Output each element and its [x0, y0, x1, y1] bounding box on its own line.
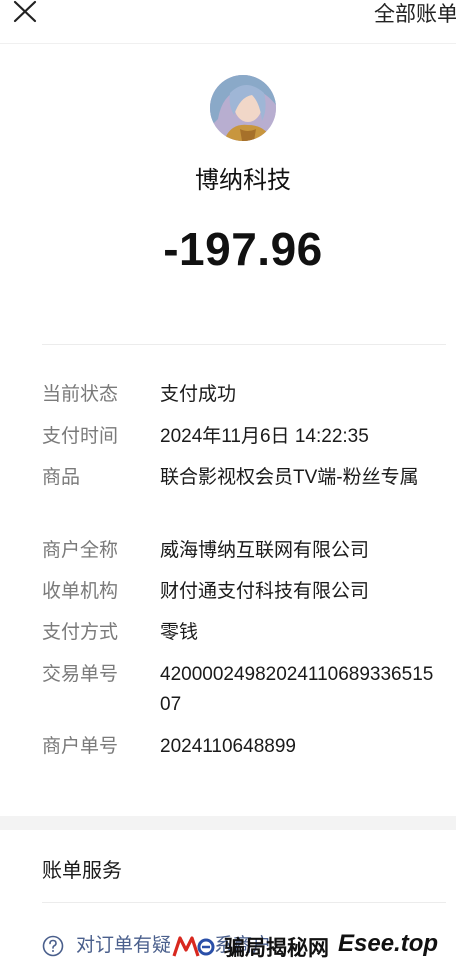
detail-label: 支付方式 [42, 622, 119, 643]
section-separator [0, 816, 456, 830]
detail-value[interactable]: 4200002498202411068933651507 [160, 660, 440, 720]
merchant-avatar [210, 75, 276, 141]
detail-label: 商户全称 [42, 540, 119, 561]
detail-value: 支付成功 [160, 384, 237, 405]
detail-value: 2024年11月6日 14:22:35 [160, 426, 369, 447]
detail-label: 收单机构 [42, 581, 119, 602]
watermark: 骗局揭秘网 Esee.top [168, 930, 456, 966]
all-bills-link[interactable]: 全部账单 [374, 0, 456, 28]
detail-label: 交易单号 [42, 664, 119, 685]
watermark-text: 骗局揭秘网 [224, 936, 329, 960]
detail-label: 商户单号 [42, 736, 119, 757]
divider [42, 902, 446, 903]
detail-label: 支付时间 [42, 426, 119, 447]
bill-services-title: 账单服务 [42, 860, 122, 882]
detail-label: 商品 [42, 467, 81, 488]
close-button[interactable] [10, 0, 42, 26]
detail-value[interactable]: 2024110648899 [160, 732, 440, 762]
detail-value: 联合影视权会员TV端-粉丝专属 [160, 467, 419, 488]
top-bar: 全部账单 [0, 0, 456, 44]
question-circle-icon [42, 935, 64, 957]
close-icon [13, 0, 37, 23]
watermark-domain: Esee.top [338, 930, 439, 957]
detail-value: 财付通支付科技有限公司 [160, 581, 370, 602]
payment-amount: -197.96 [163, 223, 323, 275]
detail-value: 威海博纳互联网有限公司 [160, 540, 370, 561]
merchant-name: 博纳科技 [195, 167, 291, 194]
watermark-logo-icon [170, 934, 215, 960]
detail-label: 当前状态 [42, 384, 119, 405]
divider [42, 344, 446, 345]
detail-value: 零钱 [160, 622, 199, 643]
